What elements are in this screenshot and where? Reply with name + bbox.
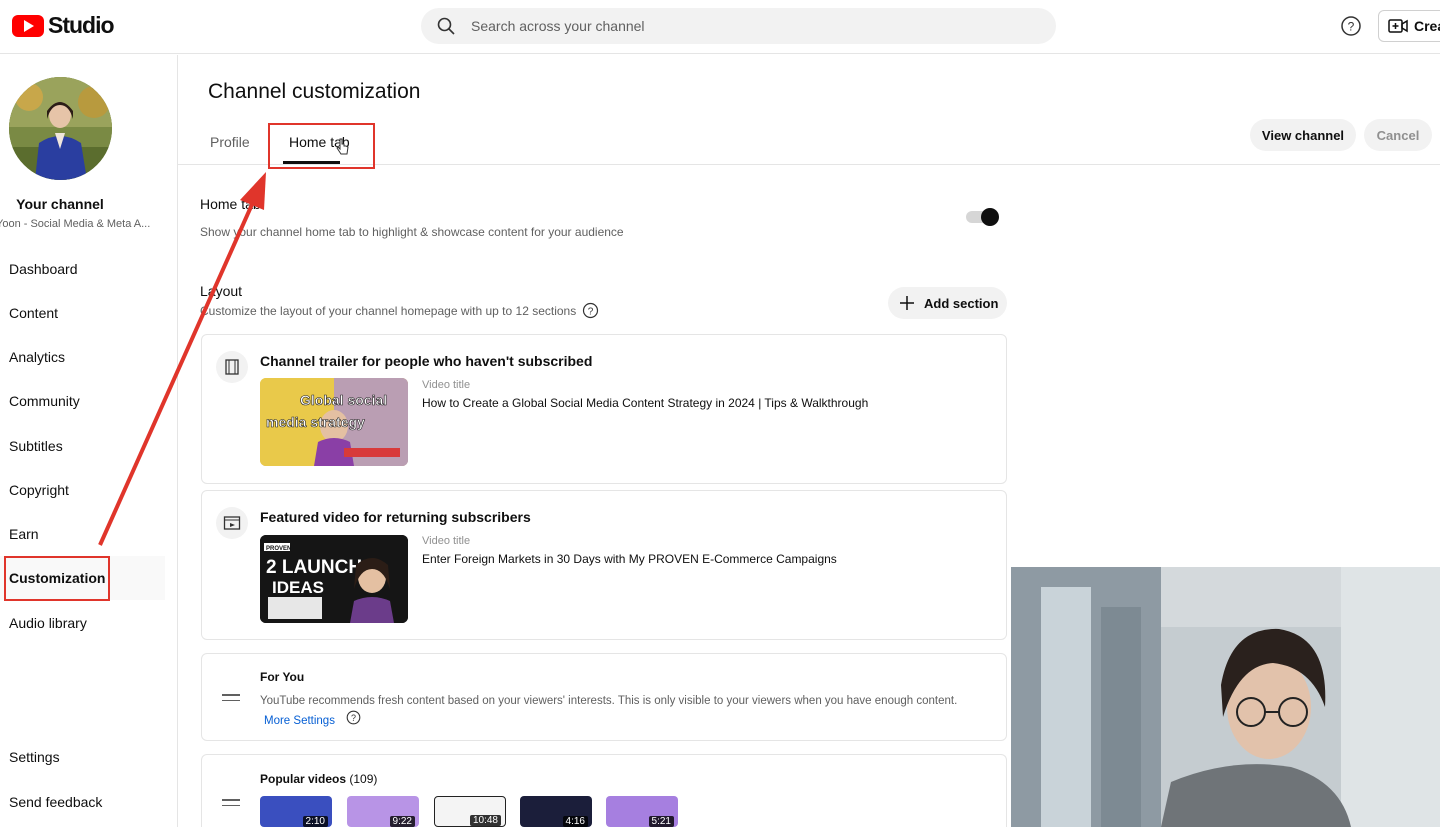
svg-text:media strategy: media strategy xyxy=(266,414,365,430)
home-tab-toggle[interactable] xyxy=(966,208,1000,226)
video-duration: 2:10 xyxy=(302,816,328,827)
video-duration: 9:22 xyxy=(389,816,415,827)
help-icon[interactable]: ? xyxy=(1340,15,1362,42)
page-title: Channel customization xyxy=(208,80,421,103)
for-you-title: For You xyxy=(260,670,305,684)
popular-video-thumbnail[interactable]: 10:48 xyxy=(434,796,506,827)
sidebar-item-community[interactable]: Community xyxy=(9,393,80,409)
section-card-featured[interactable]: Featured video for returning subscribers… xyxy=(201,490,1007,640)
channel-name: Your channel xyxy=(16,196,104,212)
popular-title-text: Popular videos xyxy=(260,772,347,786)
svg-text:2 LAUNCH: 2 LAUNCH xyxy=(266,557,362,578)
create-video-icon xyxy=(1388,19,1408,33)
popular-title: Popular videos (109) xyxy=(260,772,377,786)
webcam-overlay xyxy=(1011,567,1440,827)
sidebar-item-audio-library[interactable]: Audio library xyxy=(9,615,87,631)
trailer-video-title: How to Create a Global Social Media Cont… xyxy=(422,396,869,410)
featured-video-label: Video title xyxy=(422,535,471,547)
toggle-knob xyxy=(981,208,999,226)
popular-video-thumbnail[interactable]: 5:21 xyxy=(606,796,678,827)
drag-handle-icon[interactable] xyxy=(222,799,240,810)
trailer-icon xyxy=(216,351,248,383)
view-channel-button[interactable]: View channel xyxy=(1250,119,1356,151)
sidebar-item-subtitles[interactable]: Subtitles xyxy=(9,438,63,454)
tab-profile[interactable]: Profile xyxy=(210,134,250,150)
annotation-box-home-tab xyxy=(268,123,375,169)
svg-text:?: ? xyxy=(351,713,356,723)
for-you-help-icon[interactable]: ? xyxy=(346,710,361,731)
search-icon[interactable] xyxy=(421,17,471,35)
video-duration: 10:48 xyxy=(469,815,501,826)
video-duration: 4:16 xyxy=(562,816,588,827)
top-bar: Studio ? Crea xyxy=(0,0,1440,54)
featured-section-title: Featured video for returning subscribers xyxy=(260,509,531,525)
cursor-icon xyxy=(336,138,350,161)
popular-count: (109) xyxy=(349,772,378,786)
sidebar: Your channel Yoon - Social Media & Meta … xyxy=(0,55,178,827)
featured-thumbnail[interactable]: PROVEN 2 LAUNCH IDEAS xyxy=(260,535,408,623)
studio-logo[interactable]: Studio xyxy=(12,12,115,39)
popular-video-thumbnail[interactable]: 2:10 xyxy=(260,796,332,827)
svg-text:?: ? xyxy=(1348,20,1355,34)
sidebar-item-analytics[interactable]: Analytics xyxy=(9,349,65,365)
section-card-for-you[interactable]: For You YouTube recommends fresh content… xyxy=(201,653,1007,741)
section-card-trailer[interactable]: Channel trailer for people who haven't s… xyxy=(201,334,1007,484)
channel-subtitle: Yoon - Social Media & Meta A... xyxy=(0,218,151,230)
home-tab-description: Show your channel home tab to highlight … xyxy=(200,225,624,239)
add-section-button[interactable]: Add section xyxy=(888,287,1007,319)
popular-video-thumbnail[interactable]: 4:16 xyxy=(520,796,592,827)
cancel-button[interactable]: Cancel xyxy=(1364,119,1432,151)
more-settings-link[interactable]: More Settings xyxy=(264,715,335,727)
home-tab-label: Home tab xyxy=(200,196,261,212)
trailer-section-title: Channel trailer for people who haven't s… xyxy=(260,353,593,369)
add-section-label: Add section xyxy=(924,295,999,311)
youtube-logo-icon xyxy=(12,14,44,37)
trailer-thumbnail[interactable]: Global social media strategy xyxy=(260,378,408,466)
trailer-thumb-text: Global social xyxy=(300,392,387,408)
layout-help-icon[interactable]: ? xyxy=(582,302,599,324)
video-duration: 5:21 xyxy=(648,816,674,827)
logo-text: Studio xyxy=(48,12,115,38)
sidebar-item-copyright[interactable]: Copyright xyxy=(9,482,69,498)
sidebar-item-content[interactable]: Content xyxy=(9,305,58,321)
layout-label: Layout xyxy=(200,283,243,299)
create-label: Crea xyxy=(1414,18,1440,34)
channel-avatar[interactable] xyxy=(9,77,112,180)
trailer-video-label: Video title xyxy=(422,379,471,391)
sidebar-item-send-feedback[interactable]: Send feedback xyxy=(9,794,102,810)
featured-video-icon xyxy=(216,507,248,539)
for-you-description-text: YouTube recommends fresh content based o… xyxy=(260,695,958,707)
svg-text:IDEAS: IDEAS xyxy=(272,578,324,597)
search-input[interactable] xyxy=(471,18,991,34)
create-button[interactable]: Crea xyxy=(1378,10,1440,42)
popular-video-thumbnail[interactable]: 9:22 xyxy=(347,796,419,827)
plus-icon xyxy=(900,296,914,310)
layout-description: Customize the layout of your channel hom… xyxy=(200,304,577,318)
featured-video-title: Enter Foreign Markets in 30 Days with My… xyxy=(422,552,837,566)
for-you-description: YouTube recommends fresh content based o… xyxy=(260,692,960,731)
annotation-box-customization xyxy=(4,556,110,601)
sidebar-item-dashboard[interactable]: Dashboard xyxy=(9,261,78,277)
search-bar[interactable] xyxy=(421,8,1056,44)
svg-text:PROVEN: PROVEN xyxy=(266,546,291,552)
sidebar-item-settings[interactable]: Settings xyxy=(9,749,60,765)
sidebar-item-earn[interactable]: Earn xyxy=(9,526,39,542)
svg-text:?: ? xyxy=(588,307,594,318)
drag-handle-icon[interactable] xyxy=(222,694,240,705)
